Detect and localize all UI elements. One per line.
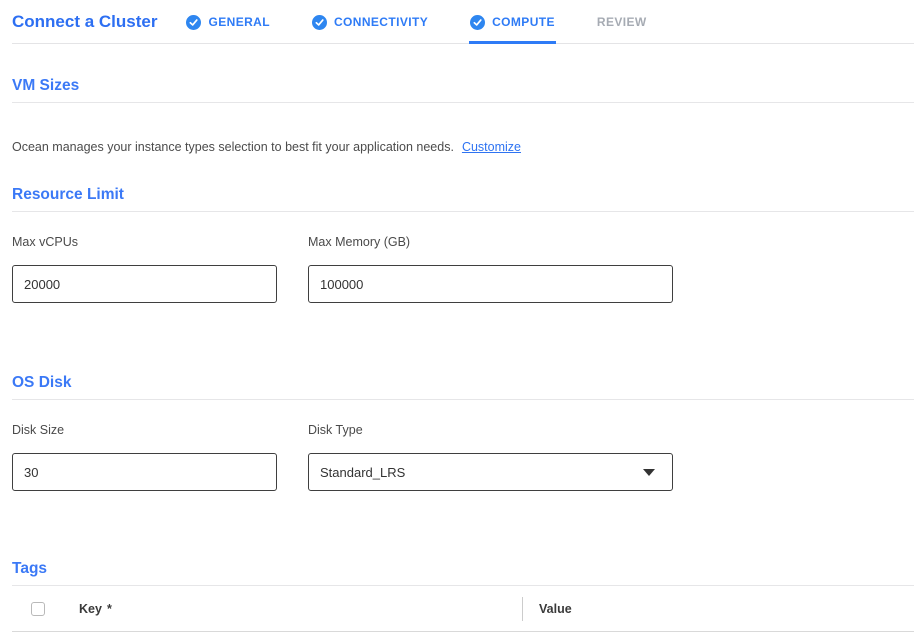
wizard-header: Connect a Cluster GENERAL CONNECTIVITY C…: [0, 0, 914, 44]
tags-table-header: Key * Value: [12, 586, 914, 632]
os-disk-row: Disk Size Disk Type Standard_LRS: [12, 423, 914, 491]
vm-sizes-heading: VM Sizes: [12, 77, 914, 103]
tags-heading: Tags: [12, 560, 914, 586]
tab-label: GENERAL: [208, 15, 269, 29]
key-column-label: Key: [79, 602, 102, 616]
select-all-checkbox[interactable]: [31, 602, 45, 616]
column-divider: [522, 597, 523, 621]
tab-review[interactable]: REVIEW: [597, 0, 647, 44]
tab-compute[interactable]: COMPUTE: [470, 0, 555, 44]
disk-type-label: Disk Type: [308, 423, 673, 437]
check-circle-icon: [312, 15, 327, 30]
disk-size-field: Disk Size: [12, 423, 277, 491]
compute-step-content: VM Sizes Ocean manages your instance typ…: [0, 77, 914, 632]
page-title: Connect a Cluster: [12, 12, 157, 32]
max-vcpus-label: Max vCPUs: [12, 235, 277, 249]
max-memory-input[interactable]: [308, 265, 673, 303]
disk-type-select[interactable]: Standard_LRS: [308, 453, 673, 491]
active-tab-underline: [469, 41, 556, 44]
tags-key-column-header: Key *: [79, 602, 522, 616]
resource-limit-heading: Resource Limit: [12, 186, 914, 212]
max-memory-label: Max Memory (GB): [308, 235, 673, 249]
check-circle-icon: [186, 15, 201, 30]
tab-general[interactable]: GENERAL: [186, 0, 269, 44]
caret-down-icon: [643, 469, 655, 476]
tab-label: REVIEW: [597, 15, 647, 29]
max-memory-field: Max Memory (GB): [308, 235, 673, 303]
tab-label: COMPUTE: [492, 15, 555, 29]
wizard-tabs: GENERAL CONNECTIVITY COMPUTE REVIEW: [186, 0, 688, 44]
tab-connectivity[interactable]: CONNECTIVITY: [312, 0, 428, 44]
disk-type-field: Disk Type Standard_LRS: [308, 423, 673, 491]
resource-limit-row: Max vCPUs Max Memory (GB): [12, 235, 914, 303]
disk-type-selected-value: Standard_LRS: [320, 465, 405, 480]
os-disk-heading: OS Disk: [12, 374, 914, 400]
max-vcpus-input[interactable]: [12, 265, 277, 303]
required-asterisk: *: [107, 602, 112, 616]
disk-size-label: Disk Size: [12, 423, 277, 437]
vm-sizes-description: Ocean manages your instance types select…: [12, 140, 454, 154]
tags-value-column-header: Value: [539, 602, 572, 616]
tab-label: CONNECTIVITY: [334, 15, 428, 29]
disk-size-input[interactable]: [12, 453, 277, 491]
customize-link[interactable]: Customize: [462, 140, 521, 154]
check-circle-icon: [470, 15, 485, 30]
vm-sizes-description-row: Ocean manages your instance types select…: [12, 140, 914, 154]
max-vcpus-field: Max vCPUs: [12, 235, 277, 303]
